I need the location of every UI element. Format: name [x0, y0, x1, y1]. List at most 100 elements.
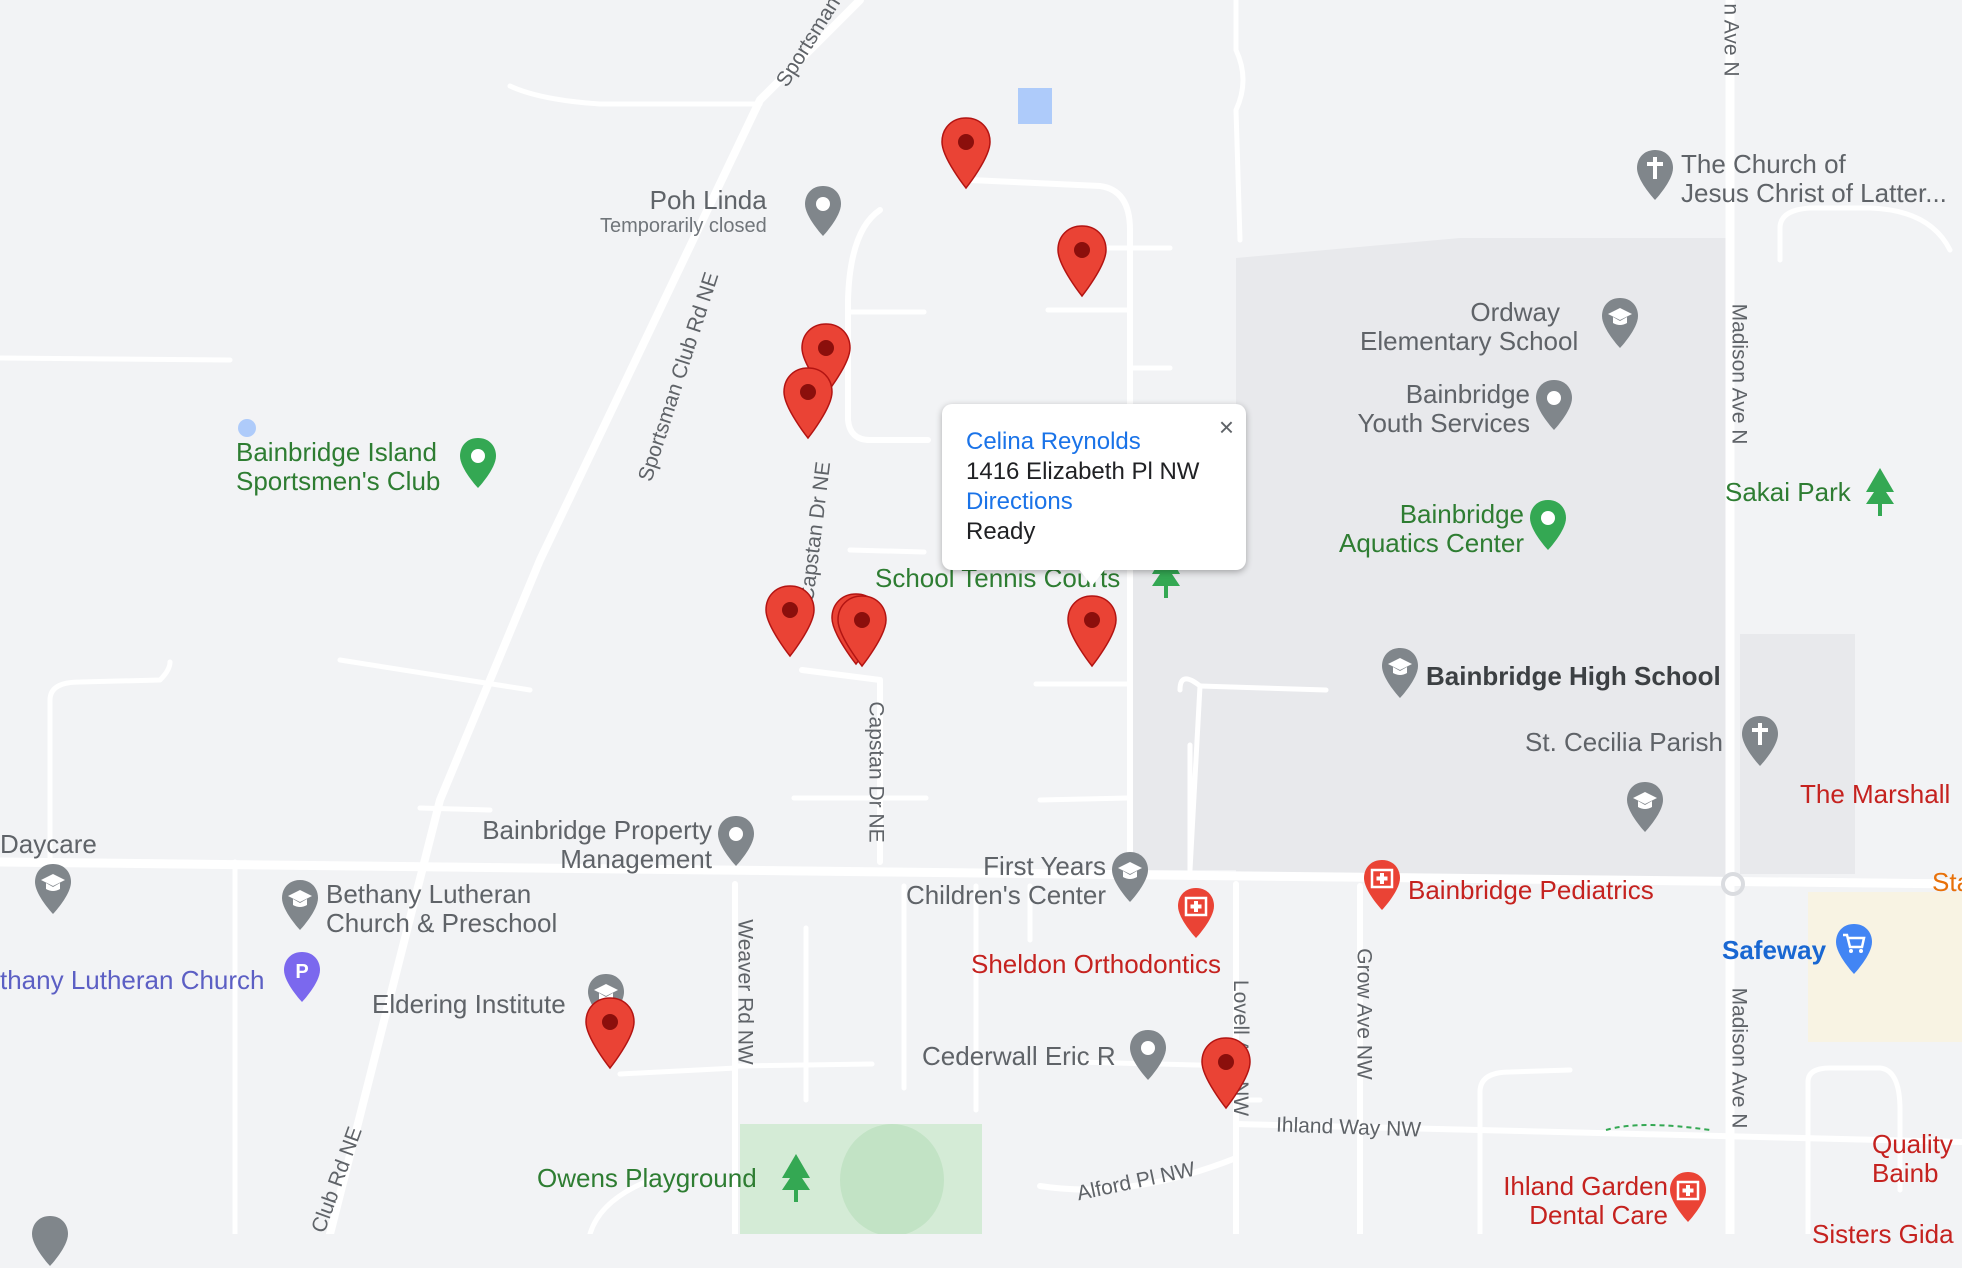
map-marker-10[interactable] [1200, 1036, 1252, 1110]
road-capstan-upper [845, 207, 931, 443]
pin-icon[interactable] [458, 436, 498, 490]
poi-sheldon[interactable]: Sheldon Orthodontics [971, 950, 1221, 979]
map-canvas[interactable]: Sportsman Sportsman Club Rd NE Club Rd N… [0, 0, 1962, 1266]
poi-cederwall[interactable]: Cederwall Eric R [922, 1042, 1116, 1071]
poi-first-years-line1: First Years [983, 851, 1106, 881]
info-window-pointer [1078, 568, 1106, 586]
school-lot-area [1130, 560, 1240, 870]
minor-road-26 [1233, 0, 1246, 243]
info-window-address: 1416 Elizabeth Pl NW [966, 458, 1200, 485]
park-field [840, 1124, 944, 1234]
medical-icon[interactable] [1362, 858, 1402, 912]
minor-road-5 [417, 805, 493, 813]
school-icon[interactable] [30, 1214, 70, 1268]
medical-icon[interactable] [1668, 1170, 1708, 1224]
street-label-ihland-way: Ihland Way NW [1275, 1113, 1422, 1142]
parking-icon[interactable]: P [282, 950, 322, 1004]
poi-bethany-preschool-line1: Bethany Lutheran [326, 879, 532, 909]
poi-first-years[interactable]: First Years Children's Center [880, 852, 1106, 909]
map-marker-2[interactable] [1056, 224, 1108, 298]
minor-road-13 [1037, 795, 1131, 803]
poi-church-lds[interactable]: The Church of Jesus Christ of Latter... [1681, 150, 1947, 207]
poi-first-years-line2: Children's Center [905, 879, 1106, 910]
poi-poh-linda[interactable]: Poh Linda Temporarily closed [600, 186, 767, 237]
map-marker-9[interactable] [584, 996, 636, 1070]
poi-daycare[interactable]: Daycare [0, 830, 97, 859]
poi-youth-services[interactable]: Bainbridge Youth Services [1340, 380, 1530, 437]
pin-icon[interactable] [716, 814, 756, 868]
street-label-madison-low: Madison Ave N [1727, 987, 1751, 1129]
cross-icon[interactable] [1635, 148, 1675, 202]
poi-aquatics-line1: Bainbridge [1399, 499, 1524, 529]
poi-quality-line2: Bainb [1872, 1157, 1939, 1188]
poi-eldering[interactable]: Eldering Institute [372, 990, 566, 1019]
poi-high-school[interactable]: Bainbridge High School [1426, 662, 1721, 691]
info-window-directions-link[interactable]: Directions [966, 488, 1073, 516]
small-pond [238, 419, 256, 437]
poi-property-mgmt[interactable]: Bainbridge Property Management [440, 816, 712, 873]
map-marker-4[interactable] [782, 366, 834, 440]
poi-bethany-church[interactable]: thany Lutheran Church [0, 966, 265, 995]
poi-youth-services-line1: Bainbridge [1405, 379, 1530, 409]
school-icon[interactable] [1600, 296, 1640, 350]
map-marker-5[interactable] [764, 584, 816, 658]
close-icon[interactable]: × [1219, 412, 1234, 443]
poi-quality[interactable]: Quality Bainb [1872, 1130, 1953, 1187]
poi-bethany-preschool[interactable]: Bethany Lutheran Church & Preschool [326, 880, 557, 937]
street-label-grow: Grow Ave NW [1352, 948, 1376, 1080]
shopping-area [1808, 892, 1962, 1042]
minor-road-11 [847, 547, 927, 555]
poi-church-lds-line1: The Church of [1681, 149, 1846, 179]
poi-bethany-preschool-line2: Church & Preschool [326, 907, 558, 938]
street-label-madison-mid: Madison Ave N [1727, 303, 1751, 445]
pin-icon[interactable] [803, 184, 843, 238]
map-marker-7[interactable] [836, 594, 888, 668]
school-icon[interactable] [1110, 850, 1150, 904]
pin-icon[interactable] [1528, 498, 1568, 552]
poi-st-cecilia[interactable]: St. Cecilia Parish [1525, 728, 1723, 757]
info-window-status: Ready [966, 518, 1036, 545]
info-window-name-link[interactable]: Celina Reynolds [966, 428, 1141, 456]
street-label-madison-top: n Ave N [1719, 3, 1743, 77]
school-icon[interactable] [280, 878, 320, 932]
minor-road-3 [337, 657, 533, 693]
school-icon[interactable] [1625, 780, 1665, 834]
street-label-weaver: Weaver Rd NW [733, 919, 757, 1065]
poi-poh-linda-status: Temporarily closed [600, 214, 767, 237]
poi-quality-line1: Quality [1872, 1129, 1953, 1159]
poi-pediatrics[interactable]: Bainbridge Pediatrics [1408, 876, 1654, 905]
poi-ordway-line2: Elementary School [1360, 325, 1579, 356]
poi-sportsmens-club-line1: Bainbridge Island [236, 437, 437, 467]
poi-property-mgmt-line1: Bainbridge Property [482, 815, 712, 845]
poi-safeway[interactable]: Safeway [1722, 936, 1826, 965]
tree-icon[interactable] [1860, 466, 1900, 520]
minor-road-20 [617, 1065, 739, 1077]
poi-ordway[interactable]: Ordway Elementary School [1360, 297, 1579, 356]
poi-aquatics[interactable]: Bainbridge Aquatics Center [1320, 500, 1524, 557]
cross-icon[interactable] [1740, 714, 1780, 768]
poi-sisters[interactable]: Sisters Gida [1812, 1220, 1954, 1249]
school-icon[interactable] [1380, 646, 1420, 700]
pond [1018, 88, 1052, 124]
trail-path [1605, 1124, 1711, 1131]
poi-ordway-line1: Ordway [1470, 297, 1560, 327]
pin-icon[interactable] [1128, 1028, 1168, 1082]
map-marker-1[interactable] [940, 116, 992, 190]
medical-icon[interactable] [1176, 886, 1216, 940]
poi-ihland-dental[interactable]: Ihland Garden Dental Care [1468, 1172, 1668, 1229]
school-icon[interactable] [33, 862, 73, 916]
info-window: × Celina Reynolds 1416 Elizabeth Pl NW D… [942, 404, 1246, 570]
tree-icon[interactable] [776, 1152, 816, 1206]
poi-sportsmens-club-line2: Sportsmen's Club [236, 465, 441, 496]
minor-road-2 [0, 355, 233, 363]
poi-youth-services-line2: Youth Services [1357, 407, 1530, 438]
map-marker-selected[interactable] [1066, 594, 1118, 668]
pin-icon[interactable] [1534, 378, 1574, 432]
cart-icon[interactable] [1834, 922, 1874, 976]
campus-upper-area [1236, 238, 1726, 258]
poi-sakai-park[interactable]: Sakai Park [1725, 478, 1851, 507]
poi-sportsmens-club[interactable]: Bainbridge Island Sportsmen's Club [236, 438, 440, 495]
poi-marshall[interactable]: The Marshall [1800, 780, 1950, 809]
poi-owens[interactable]: Owens Playground [537, 1164, 757, 1193]
poi-sta[interactable]: Sta [1932, 868, 1962, 897]
